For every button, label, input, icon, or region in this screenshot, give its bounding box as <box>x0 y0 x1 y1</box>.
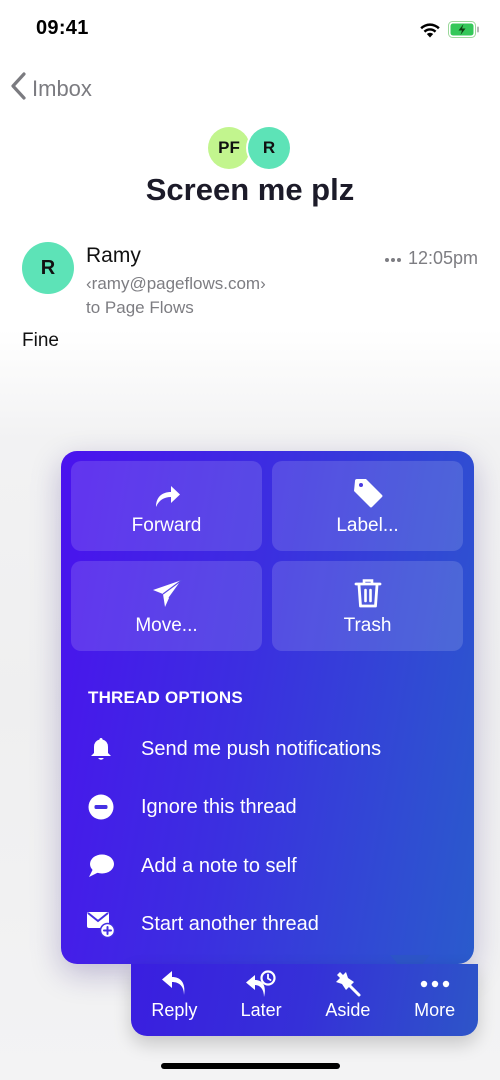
recipient: to Page Flows <box>86 298 194 317</box>
option-label: Send me push notifications <box>141 737 382 760</box>
participant-avatars: PF R <box>208 127 292 169</box>
toolbar-label: Aside <box>325 1000 371 1020</box>
toolbar-label: More <box>414 1000 456 1020</box>
paper-plane-icon <box>151 575 183 609</box>
reply-icon <box>160 970 188 998</box>
option-push-notifications[interactable]: Send me push notifications <box>61 725 474 773</box>
trash-icon <box>353 575 383 609</box>
move-button[interactable]: Move... <box>71 561 262 651</box>
thread-subject: Screen me plz <box>145 172 355 207</box>
option-ignore-thread[interactable]: Ignore this thread <box>61 783 474 831</box>
toolbar-label: Later <box>240 1000 282 1020</box>
back-label: Imbox <box>32 75 92 101</box>
tile-label: Move... <box>135 615 198 636</box>
home-indicator[interactable] <box>161 1063 340 1069</box>
section-title: THREAD OPTIONS <box>88 688 243 707</box>
message-time: 12:05pm <box>407 248 478 268</box>
option-label: Start another thread <box>141 912 319 935</box>
battery-charging-icon <box>448 21 480 43</box>
reply-button[interactable]: Reply <box>131 964 218 1036</box>
ellipsis-icon[interactable] <box>384 250 402 268</box>
avatar: R <box>248 127 290 169</box>
message-meta: 12:05pm <box>384 248 478 269</box>
sender-email: ‹ramy@pageflows.com› <box>86 274 266 293</box>
label-button[interactable]: Label... <box>272 461 463 551</box>
sender-name: Ramy <box>86 244 141 267</box>
minus-circle-icon <box>61 794 141 820</box>
more-dots-icon <box>420 970 450 998</box>
trash-button[interactable]: Trash <box>272 561 463 651</box>
tile-label: Trash <box>343 615 392 636</box>
chevron-left-icon <box>10 72 28 105</box>
option-label: Ignore this thread <box>141 795 297 818</box>
avatar: PF <box>208 127 250 169</box>
more-button[interactable]: More <box>391 964 478 1036</box>
wifi-icon <box>419 21 441 43</box>
option-label: Add a note to self <box>141 854 297 877</box>
forward-button[interactable]: Forward <box>71 461 262 551</box>
pin-icon <box>334 970 362 998</box>
status-bar: 09:41 <box>0 0 500 60</box>
bell-icon <box>61 736 141 762</box>
forward-arrow-icon <box>152 475 182 509</box>
option-note-to-self[interactable]: Add a note to self <box>61 842 474 890</box>
aside-button[interactable]: Aside <box>305 964 392 1036</box>
option-start-another-thread[interactable]: Start another thread <box>61 900 474 948</box>
status-time: 09:41 <box>36 17 89 39</box>
more-actions-menu: Forward Label... Move... Trash THREAD OP… <box>61 451 474 964</box>
envelope-plus-icon <box>61 909 141 939</box>
speech-bubble-icon <box>61 853 141 879</box>
back-button[interactable]: Imbox <box>10 72 92 105</box>
tile-label: Forward <box>131 515 202 536</box>
sender-avatar[interactable]: R <box>22 242 74 294</box>
tile-label: Label... <box>336 515 399 536</box>
reply-later-clock-icon <box>244 970 278 998</box>
later-button[interactable]: Later <box>218 964 305 1036</box>
message-body: Fine <box>22 330 59 351</box>
tag-icon <box>352 475 384 509</box>
bottom-toolbar: Reply Later Aside More <box>131 964 478 1036</box>
toolbar-label: Reply <box>151 1000 198 1020</box>
